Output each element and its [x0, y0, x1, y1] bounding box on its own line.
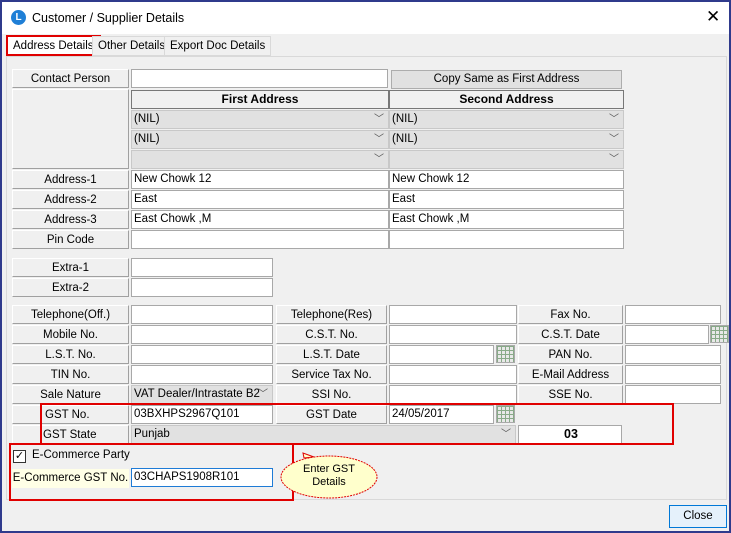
- field-input[interactable]: [625, 365, 721, 384]
- chevron-down-icon: ﹀: [374, 154, 384, 165]
- contact-person-input[interactable]: [131, 69, 388, 88]
- field-label: Service Tax No.: [276, 365, 387, 384]
- combo-value: (NIL): [392, 113, 418, 125]
- second-address-input[interactable]: New Chowk 12: [389, 170, 624, 189]
- gst-highlight-box: [40, 403, 674, 445]
- field-label: SSE No.: [518, 385, 623, 404]
- first-address-combo[interactable]: (NIL) ﹀: [131, 130, 389, 149]
- first-address-combo[interactable]: ﹀: [131, 150, 389, 169]
- field-input[interactable]: [389, 345, 494, 364]
- sale-nature-value: VAT Dealer/Intrastate B2: [134, 388, 260, 400]
- field-label: E-Mail Address: [518, 365, 623, 384]
- chevron-down-icon: ﹀: [609, 134, 619, 145]
- field-label: Telephone(Off.): [12, 305, 129, 324]
- combo-value: (NIL): [392, 133, 418, 145]
- field-label: Mobile No.: [12, 325, 129, 344]
- field-label: L.S.T. No.: [12, 345, 129, 364]
- copy-same-button[interactable]: Copy Same as First Address: [391, 70, 622, 89]
- tab-export-doc-details[interactable]: Export Doc Details: [164, 36, 272, 56]
- address-row-label: Address-2: [12, 190, 129, 209]
- field-input[interactable]: [131, 345, 273, 364]
- combo-value: (NIL): [134, 113, 160, 125]
- second-address-combo[interactable]: (NIL) ﹀: [389, 110, 624, 129]
- combo-value: (NIL): [134, 133, 160, 145]
- close-window-icon[interactable]: ✕: [706, 7, 720, 27]
- chevron-down-icon: ﹀: [258, 389, 268, 400]
- chevron-down-icon: ﹀: [609, 154, 619, 165]
- extra-2-input[interactable]: [131, 278, 273, 297]
- field-label: TIN No.: [12, 365, 129, 384]
- extra-2-label: Extra-2: [12, 278, 129, 297]
- field-label: PAN No.: [518, 345, 623, 364]
- calendar-icon[interactable]: [710, 325, 729, 343]
- first-address-combo[interactable]: (NIL) ﹀: [131, 110, 389, 129]
- first-address-input[interactable]: [131, 230, 389, 249]
- second-address-input[interactable]: East Chowk ,M: [389, 210, 624, 229]
- chevron-down-icon: ﹀: [609, 114, 619, 125]
- field-input[interactable]: [131, 305, 273, 324]
- app-logo-icon: L: [11, 10, 26, 25]
- window-title: Customer / Supplier Details: [32, 11, 185, 25]
- ecommerce-highlight-box: [9, 443, 294, 501]
- field-label: C.S.T. No.: [276, 325, 387, 344]
- second-address-input[interactable]: [389, 230, 624, 249]
- second-address-combo[interactable]: ﹀: [389, 150, 624, 169]
- field-input[interactable]: [625, 305, 721, 324]
- field-label: Telephone(Res): [276, 305, 387, 324]
- field-input[interactable]: [389, 385, 517, 404]
- field-label: Sale Nature: [12, 385, 129, 404]
- field-input[interactable]: [625, 345, 721, 364]
- field-input[interactable]: [131, 365, 273, 384]
- chevron-down-icon: ﹀: [374, 114, 384, 125]
- address-header-spacer: [12, 89, 129, 169]
- extra-1-label: Extra-1: [12, 258, 129, 277]
- second-address-combo[interactable]: (NIL) ﹀: [389, 130, 624, 149]
- address-row-label: Address-1: [12, 170, 129, 189]
- close-button[interactable]: Close: [669, 505, 727, 528]
- chevron-down-icon: ﹀: [374, 134, 384, 145]
- field-label: Fax No.: [518, 305, 623, 324]
- sale-nature-select[interactable]: VAT Dealer/Intrastate B2 ﹀: [131, 385, 273, 404]
- callout-text: Enter GST Details: [303, 463, 355, 488]
- field-input[interactable]: [389, 365, 517, 384]
- first-address-input[interactable]: East: [131, 190, 389, 209]
- field-input[interactable]: [389, 305, 517, 324]
- first-address-input[interactable]: East Chowk ,M: [131, 210, 389, 229]
- address-row-label: Address-3: [12, 210, 129, 229]
- contact-person-label: Contact Person: [12, 69, 129, 88]
- address-row-label: Pin Code: [12, 230, 129, 249]
- tab-address-details[interactable]: Address Details: [6, 35, 101, 56]
- field-label: L.S.T. Date: [276, 345, 387, 364]
- extra-1-input[interactable]: [131, 258, 273, 277]
- calendar-icon[interactable]: [496, 345, 515, 363]
- second-address-header: Second Address: [389, 90, 624, 109]
- first-address-input[interactable]: New Chowk 12: [131, 170, 389, 189]
- field-label: SSI No.: [276, 385, 387, 404]
- field-input[interactable]: [625, 385, 721, 404]
- field-label: C.S.T. Date: [518, 325, 623, 344]
- field-input[interactable]: [389, 325, 517, 344]
- title-bar: L Customer / Supplier Details ✕: [2, 2, 729, 34]
- tab-other-details[interactable]: Other Details: [92, 36, 172, 56]
- first-address-header: First Address: [131, 90, 389, 109]
- field-input[interactable]: [131, 325, 273, 344]
- field-input[interactable]: [625, 325, 709, 344]
- second-address-input[interactable]: East: [389, 190, 624, 209]
